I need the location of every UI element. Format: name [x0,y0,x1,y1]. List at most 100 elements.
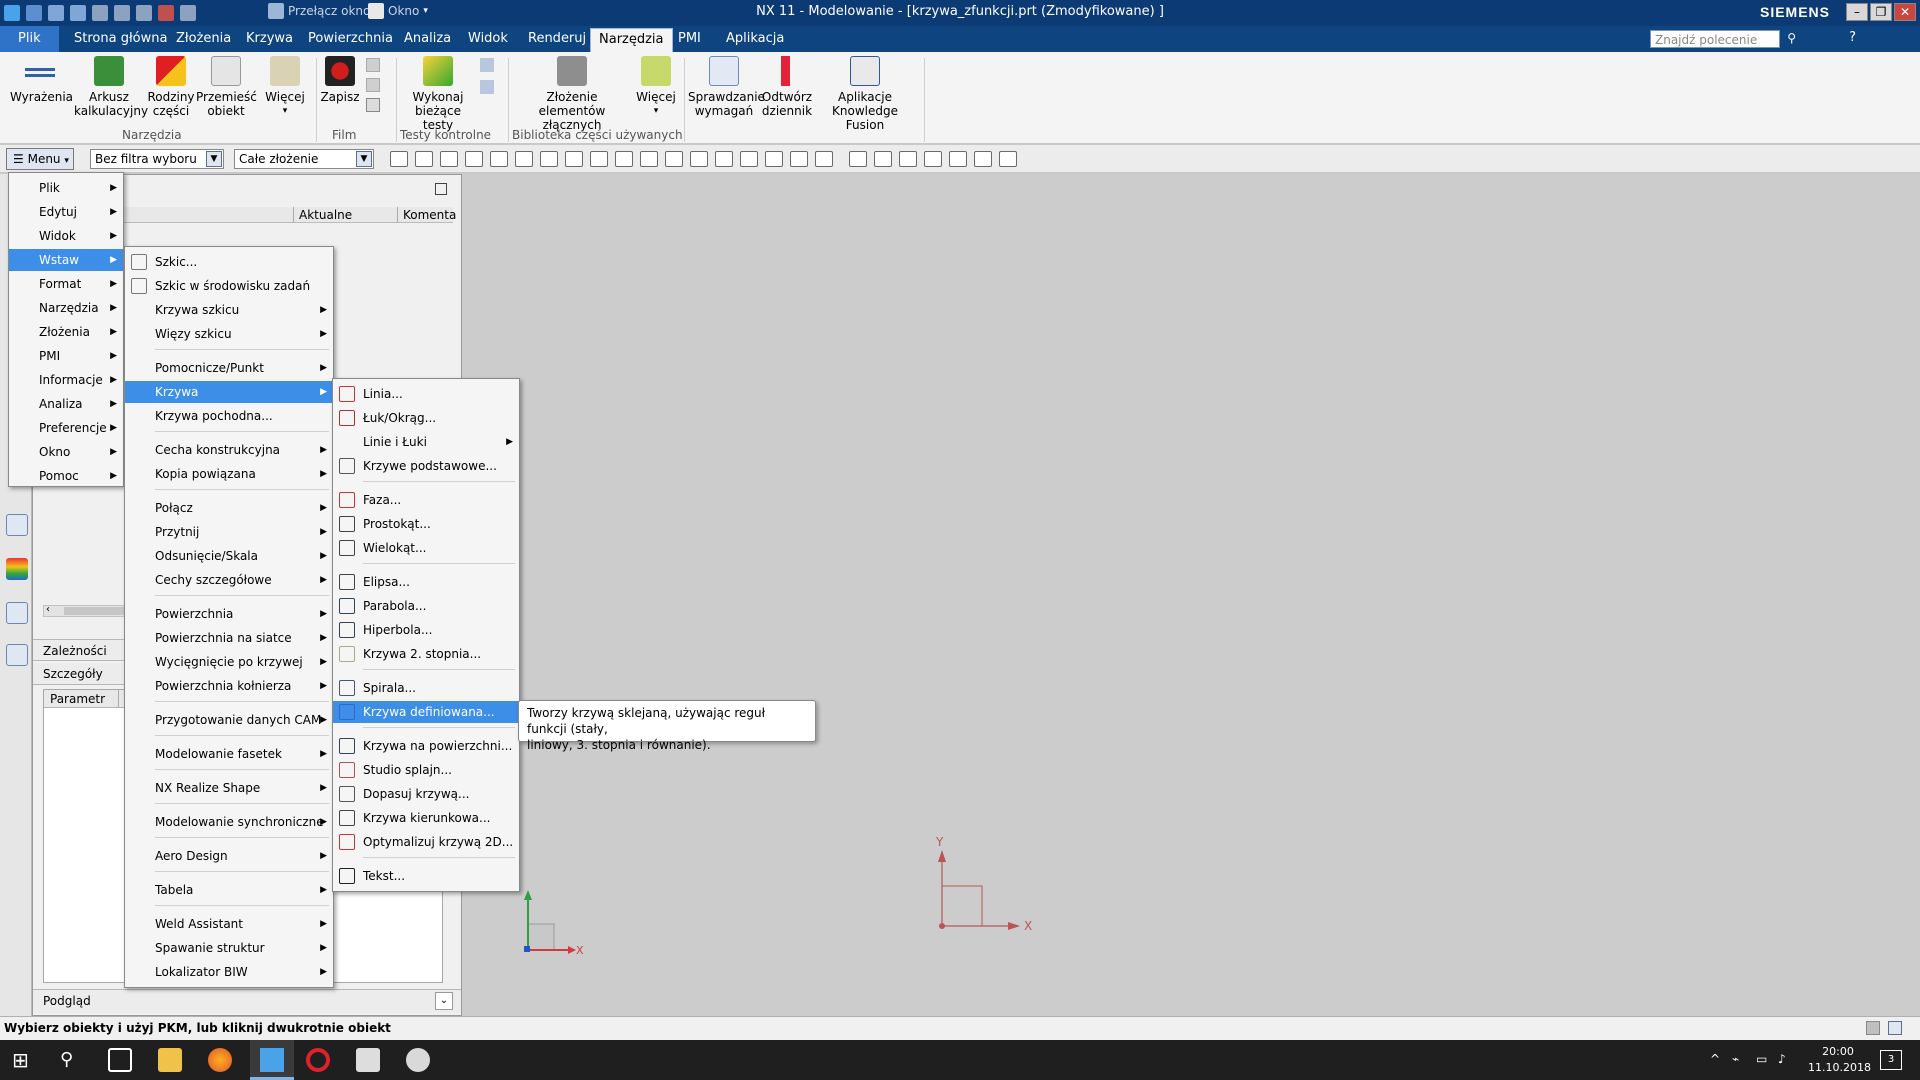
main-menu-item-5[interactable]: Narzędzia ▶ [9,297,123,319]
tab-render[interactable]: Renderuj [520,26,594,52]
curve-menu-item-3[interactable]: Krzywe podstawowe... [333,455,519,477]
tab-file[interactable]: Plik [0,26,59,52]
snap-mid-icon[interactable] [615,151,633,167]
main-menu-item-0[interactable]: Plik ▶ [9,177,123,199]
snap-intersection-icon[interactable] [665,151,683,167]
zoom-window-icon[interactable] [874,151,892,167]
tab-home[interactable]: Strona główna [66,26,175,52]
curve-menu-item-1[interactable]: Łuk/Okrąg... [333,407,519,429]
curve-menu-item-14[interactable]: Studio splajn... [333,759,519,781]
chevron-down-icon[interactable]: ▼ [356,151,372,167]
main-menu-item-3[interactable]: Wstaw ▶ [9,249,123,271]
tab-application[interactable]: Aplikacja [718,26,792,52]
stop-icon[interactable] [366,78,380,92]
tab-pmi[interactable]: PMI [670,26,709,52]
view-wcs-icon[interactable] [515,151,533,167]
snap-bounded-icon[interactable] [790,151,808,167]
more-tools-button[interactable]: Więcej ▾ [262,56,308,118]
reuse-library-icon[interactable] [6,602,28,624]
app-icon[interactable] [406,1048,430,1072]
insert-menu-item-14[interactable]: Powierzchnia na siatce ▶ [125,627,333,649]
main-menu-item-6[interactable]: Złożenia ▶ [9,321,123,343]
insert-menu-item-1[interactable]: Szkic w środowisku zadań [125,275,333,297]
full-screen-icon[interactable] [1866,1021,1880,1035]
curve-menu-item-11[interactable]: Spirala... [333,677,519,699]
snap-end-icon[interactable] [590,151,608,167]
curve-menu-item-5[interactable]: Prostokąt... [333,513,519,535]
curve-menu-item-4[interactable]: Faza... [333,489,519,511]
curve-menu-item-16[interactable]: Krzywa kierunkowa... [333,807,519,829]
file-explorer-icon[interactable] [158,1048,182,1072]
tab-analysis[interactable]: Analiza [396,26,459,52]
curve-menu-item-15[interactable]: Dopasuj krzywą... [333,783,519,805]
close-button[interactable]: ✕ [1894,3,1916,21]
insert-menu-item-13[interactable]: Powierzchnia ▶ [125,603,333,625]
snap-control-icon[interactable] [640,151,658,167]
insert-menu-item-12[interactable]: Cechy szczegółowe ▶ [125,569,333,591]
render-style-icon[interactable] [949,151,967,167]
curve-menu-item-17[interactable]: Optymalizuj krzywą 2D... [333,831,519,853]
tab-surface[interactable]: Powierzchnia [300,26,401,52]
graphics-window[interactable]: X Y X [462,174,1920,1016]
firefox-icon[interactable] [208,1048,232,1072]
spreadsheet-button[interactable]: Arkusz kalkulacyjny [74,56,148,118]
curve-menu-item-6[interactable]: Wielokąt... [333,537,519,559]
part-families-button[interactable]: Rodziny części [146,56,196,118]
expressions-button[interactable]: Wyrażenia [10,56,73,104]
more-reuse-button[interactable]: Więcej ▾ [634,56,678,118]
minimize-button[interactable]: – [1846,3,1868,21]
replay-journal-button[interactable]: Odtwórz dziennik [760,56,814,118]
battery-icon[interactable]: ▭ [1756,1052,1767,1066]
curve-menu-item-12[interactable]: Krzywa definiowana... [333,701,519,723]
maximize-button[interactable]: ❐ [1870,3,1892,21]
test-results-icon[interactable] [480,80,494,94]
insert-menu-item-8[interactable]: Kopia powiązana ▶ [125,463,333,485]
movie-settings-icon[interactable] [366,98,380,112]
deselect-icon[interactable] [465,151,483,167]
insert-menu-item-15[interactable]: Wycięgnięcie po krzywej ▶ [125,651,333,673]
view-section-icon[interactable] [999,151,1017,167]
curve-menu-item-2[interactable]: Linie i Łuki ▶ [333,431,519,453]
requirements-check-button[interactable]: Sprawdzanie wymagań [688,56,765,118]
history-icon[interactable] [6,514,28,536]
main-menu-item-2[interactable]: Widok ▶ [9,225,123,247]
insert-menu-item-21[interactable]: Aero Design ▶ [125,845,333,867]
snap-center-icon[interactable] [690,151,708,167]
insert-menu-item-18[interactable]: Modelowanie fasetek ▶ [125,743,333,765]
insert-menu-item-20[interactable]: Modelowanie synchroniczne ▶ [125,811,333,833]
main-menu-item-4[interactable]: Format ▶ [9,273,123,295]
insert-menu-item-10[interactable]: Przytnij ▶ [125,521,333,543]
record-button[interactable]: Zapisz [318,56,362,104]
snap-existing-icon[interactable] [740,151,758,167]
snap-settings-icon[interactable] [390,151,408,167]
selection-filter-select[interactable]: Bez filtra wyboru ▼ [90,149,224,169]
maximize-panel-icon[interactable] [435,183,447,195]
roles-icon[interactable] [6,644,28,666]
insert-menu-item-16[interactable]: Powierzchnia kołnierza ▶ [125,675,333,697]
test-config-icon[interactable] [480,58,494,72]
snap-point-on-icon[interactable] [765,151,783,167]
tab-curve[interactable]: Krzywa [238,26,301,52]
insert-menu-item-4[interactable]: Pomocnicze/Punkt ▶ [125,357,333,379]
fastener-assembly-button[interactable]: Złożenie elementów złącznych [514,56,630,132]
network-icon[interactable]: ⌁ [1732,1052,1739,1066]
layout-icon[interactable] [1888,1021,1902,1035]
visualization-icon[interactable] [6,558,28,580]
main-menu-item-12[interactable]: Pomoc ▶ [9,465,123,487]
insert-menu-item-23[interactable]: Weld Assistant ▶ [125,913,333,935]
main-menu-item-1[interactable]: Edytuj ▶ [9,201,123,223]
selection-scope-select[interactable]: Całe złożenie ▼ [234,149,374,169]
insert-menu-item-25[interactable]: Lokalizator BIW ▶ [125,961,333,983]
tray-chevron-icon[interactable]: ^ [1710,1052,1720,1066]
command-search-input[interactable]: Znajdź polecenie [1650,30,1780,48]
fit-view-icon[interactable] [849,151,867,167]
column-header-comment[interactable]: Komenta [403,208,456,222]
display-mode-icon[interactable] [924,151,942,167]
curve-menu-item-18[interactable]: Tekst... [333,865,519,887]
insert-menu-item-24[interactable]: Spawanie struktur ▶ [125,937,333,959]
column-header-parameter[interactable]: Parametr [50,692,105,706]
insert-menu-item-17[interactable]: Przygotowanie danych CAM ▶ [125,709,333,731]
edit-section-icon[interactable] [815,151,833,167]
volume-icon[interactable]: ♪ [1778,1052,1786,1066]
insert-menu-item-9[interactable]: Połącz ▶ [125,497,333,519]
